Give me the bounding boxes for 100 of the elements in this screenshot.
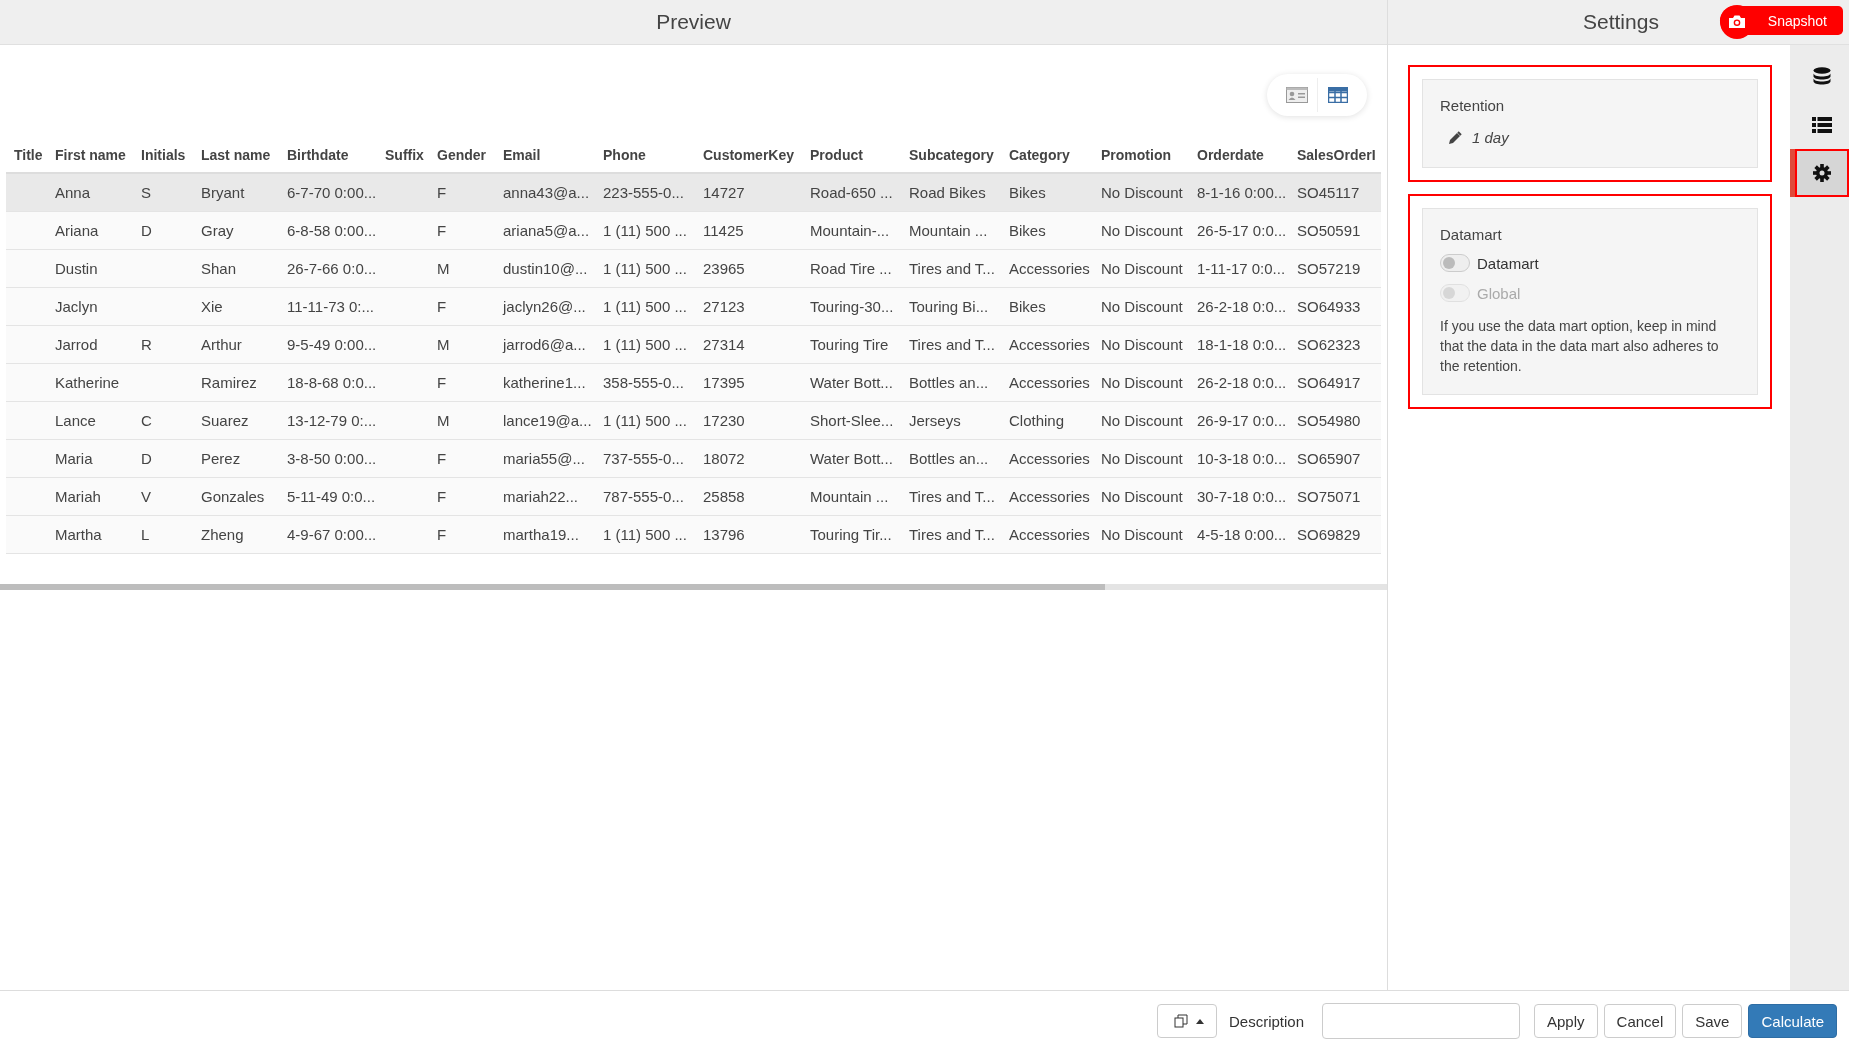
footer-button[interactable]: Save xyxy=(1682,1004,1743,1038)
list-icon xyxy=(1812,117,1832,133)
table-cell: No Discount xyxy=(1101,488,1183,505)
table-cell: Water Bott... xyxy=(810,374,893,391)
table-cell: Water Bott... xyxy=(810,450,893,467)
table-cell: SO54980 xyxy=(1297,412,1361,429)
table-row[interactable]: Jaclyn Xie 11-11-73 0:... F jaclyn26@... 1 (11) 500 ... 27123 Touring-30... Touring Bi... Bikes No Discount 26-2-18 0:0... SO64933 xyxy=(6,288,1381,326)
table-cell: 1 (11) 500 ... xyxy=(603,526,687,543)
table-cell: jaclyn26@... xyxy=(503,298,586,315)
table-cell: Xie xyxy=(201,298,223,315)
table-cell: F xyxy=(437,450,447,467)
table-cell: SO50591 xyxy=(1297,222,1361,239)
table-cell: 1 (11) 500 ... xyxy=(603,222,687,239)
calculate-button[interactable]: Calculate xyxy=(1748,1004,1837,1038)
column-header[interactable]: Suffix xyxy=(385,146,437,163)
table-cell: Jarrod xyxy=(55,336,98,353)
column-header[interactable]: Birthdate xyxy=(287,146,385,163)
column-header[interactable]: Orderdate xyxy=(1197,146,1297,163)
table-cell: 1 (11) 500 ... xyxy=(603,298,687,315)
table-cell: 1 (11) 500 ... xyxy=(603,336,687,353)
table-cell: M xyxy=(437,412,450,429)
retention-value[interactable]: 1 day xyxy=(1472,129,1509,146)
table-cell: 18-1-18 0:0... xyxy=(1197,336,1287,353)
description-field[interactable] xyxy=(1322,1003,1520,1039)
table-cell: F xyxy=(437,526,447,543)
panel-title: Preview xyxy=(656,10,731,34)
table-cell: Gray xyxy=(201,222,234,239)
table-cell: jarrod6@a... xyxy=(503,336,586,353)
table-cell: Ariana xyxy=(55,222,99,239)
table-cell: Arthur xyxy=(201,336,242,353)
column-header[interactable]: Phone xyxy=(603,146,703,163)
scrollbar-thumb[interactable] xyxy=(0,584,1105,590)
table-row[interactable]: Lance C Suarez 13-12-79 0:... M lance19@a... 1 (11) 500 ... 17230 Short-Slee... Jerseys Clothing No Discount 26-9-17 0:0... SO54980 xyxy=(6,402,1381,440)
table-cell: F xyxy=(437,298,447,315)
table-row[interactable]: Katherine Ramirez 18-8-68 0:0... F katherine1... 358-555-0... 17395 Water Bott... Bottles an... Accessories No Discount 26-2-18 0:0... SO64917 xyxy=(6,364,1381,402)
column-header[interactable]: SalesOrderI xyxy=(1297,146,1376,163)
table-cell: 223-555-0... xyxy=(603,184,684,201)
table-cell: Short-Slee... xyxy=(810,412,894,429)
table-cell: 26-2-18 0:0... xyxy=(1197,374,1287,391)
table-cell: 23965 xyxy=(703,260,745,277)
table-cell: 787-555-0... xyxy=(603,488,684,505)
column-header[interactable]: Gender xyxy=(437,146,503,163)
table-cell: Accessories xyxy=(1009,488,1090,505)
column-header[interactable]: First name xyxy=(55,146,141,163)
table-cell: No Discount xyxy=(1101,526,1183,543)
table-cell: Accessories xyxy=(1009,526,1090,543)
table-cell: L xyxy=(141,526,150,543)
settings-icon xyxy=(1813,164,1831,182)
table-cell: Bikes xyxy=(1009,184,1046,201)
column-header[interactable]: Subcategory xyxy=(909,146,1009,163)
table-cell: Touring Bi... xyxy=(909,298,989,315)
table-cell: Ramirez xyxy=(201,374,257,391)
column-header[interactable]: Promotion xyxy=(1101,146,1197,163)
table-cell: Bikes xyxy=(1009,298,1046,315)
panel-title: Settings xyxy=(1583,10,1659,34)
table-cell: M xyxy=(437,336,450,353)
table-cell: 11-11-73 0:... xyxy=(287,298,374,315)
column-header[interactable]: Email xyxy=(503,146,603,163)
table-cell: D xyxy=(141,450,152,467)
column-header[interactable]: Initials xyxy=(141,146,201,163)
table-cell: F xyxy=(437,222,447,239)
table-cell: F xyxy=(437,184,447,201)
table-cell: F xyxy=(437,374,447,391)
table-cell: Mountain ... xyxy=(909,222,988,239)
table-row[interactable]: Maria D Perez 3-8-50 0:00... F maria55@... 737-555-0... 18072 Water Bott... Bottles an... Accessories No Discount 10-3-18 0:0... SO65907 xyxy=(6,440,1381,478)
table-row[interactable]: Mariah V Gonzales 5-11-49 0:0... F mariah22... 787-555-0... 25858 Mountain ... Tires and T... Accessories No Discount 30-7-18 0:0... SO75071 xyxy=(6,478,1381,516)
column-header[interactable]: CustomerKey xyxy=(703,146,810,163)
table-cell: S xyxy=(141,184,151,201)
table-cell: Zheng xyxy=(201,526,244,543)
table-cell: 13796 xyxy=(703,526,745,543)
table-icon xyxy=(1327,87,1348,103)
table-row[interactable]: Jarrod R Arthur 9-5-49 0:00... M jarrod6@a... 1 (11) 500 ... 27314 Touring Tire Tires and T... Accessories No Discount 18-1-18 0:0... SO62323 xyxy=(6,326,1381,364)
table-cell: No Discount xyxy=(1101,260,1183,277)
column-header[interactable]: Product xyxy=(810,146,909,163)
table-cell: 737-555-0... xyxy=(603,450,684,467)
table-row[interactable]: Dustin Shan 26-7-66 0:0... M dustin10@... 1 (11) 500 ... 23965 Road Tire ... Tires and T... Accessories No Discount 1-11-17 0:0... SO57219 xyxy=(6,250,1381,288)
table-cell: dustin10@... xyxy=(503,260,588,277)
table-cell: 6-8-58 0:00... xyxy=(287,222,377,239)
table-cell: 18072 xyxy=(703,450,745,467)
footer-button[interactable]: Cancel xyxy=(1603,1004,1677,1038)
table-cell: 9-5-49 0:00... xyxy=(287,336,377,353)
horizontal-scrollbar[interactable] xyxy=(0,584,1387,590)
section-title: Datamart xyxy=(1440,226,1503,243)
table-row[interactable]: Martha L Zheng 4-9-67 0:00... F martha19... 1 (11) 500 ... 13796 Touring Tir... Tires and T... Accessories No Discount 4-5-18 0:00... SO69829 xyxy=(6,516,1381,554)
column-header[interactable]: Title xyxy=(14,146,55,163)
table-cell: Perez xyxy=(201,450,241,467)
table-cell: Touring Tire xyxy=(810,336,889,353)
column-header[interactable]: Last name xyxy=(201,146,287,163)
pencil-icon[interactable] xyxy=(1448,130,1462,145)
table-cell: Bikes xyxy=(1009,222,1046,239)
toggle-switch[interactable] xyxy=(1440,254,1470,272)
table-cell: 4-9-67 0:00... xyxy=(287,526,377,543)
footer-button[interactable]: Apply xyxy=(1534,1004,1598,1038)
table-row[interactable]: Ariana D Gray 6-8-58 0:00... F ariana5@a... 1 (11) 500 ... 11425 Mountain-... Mountain ... Bikes No Discount 26-5-17 0:0... SO50591 xyxy=(6,212,1381,250)
copy-dropdown-button[interactable] xyxy=(1157,1004,1217,1038)
column-header[interactable]: Category xyxy=(1009,146,1101,163)
table-row[interactable]: Anna S Bryant 6-7-70 0:00... F anna43@a... 223-555-0... 14727 Road-650 ... Road Bikes Bikes No Discount 8-1-16 0:00... SO45117 xyxy=(6,174,1381,212)
table-cell: Tires and T... xyxy=(909,336,995,353)
table-cell: No Discount xyxy=(1101,336,1183,353)
table-cell: Mountain-... xyxy=(810,222,890,239)
